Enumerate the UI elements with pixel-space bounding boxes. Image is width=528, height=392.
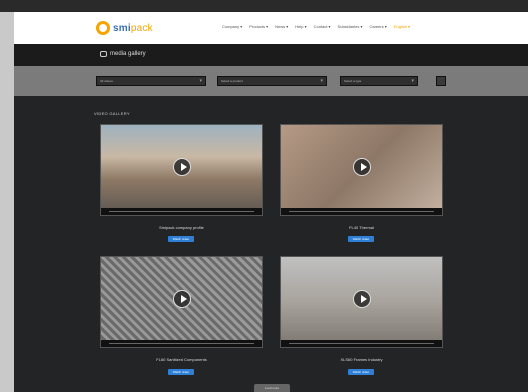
logo-text: smipack (113, 23, 153, 34)
page-title: media gallery (100, 51, 146, 57)
site-logo[interactable]: smipack (96, 21, 153, 35)
video-controls[interactable] (281, 340, 442, 347)
watch-video-button[interactable]: Watch video (348, 369, 374, 375)
watch-video-button[interactable]: Watch video (348, 236, 374, 242)
video-controls[interactable] (281, 208, 442, 215)
nav-item-careers[interactable]: Careers ▾ (369, 24, 386, 29)
filter-category-value: All videos (100, 79, 113, 83)
video-caption: FL40 Thermal (349, 225, 374, 230)
logo-icon (96, 21, 110, 35)
watch-video-button[interactable]: Watch video (168, 236, 194, 242)
gallery-area (14, 96, 528, 392)
play-icon[interactable] (172, 290, 191, 308)
progress-track[interactable] (289, 343, 434, 344)
video-controls[interactable] (101, 340, 262, 347)
camera-icon (100, 51, 107, 57)
nav-item-contact[interactable]: Contact ▾ (314, 24, 331, 29)
video-player[interactable] (280, 256, 443, 348)
play-icon[interactable] (172, 158, 191, 176)
video-caption: FL60 Sanitized Components (156, 357, 207, 362)
progress-track[interactable] (109, 211, 254, 212)
video-player[interactable] (100, 256, 263, 348)
watch-video-button[interactable]: Watch video (168, 369, 194, 375)
logo-suffix: pack (130, 22, 153, 34)
nav-item-language[interactable]: English ▾ (394, 24, 410, 29)
load-more-button[interactable]: Load more (254, 384, 290, 392)
play-icon[interactable] (352, 158, 371, 176)
video-caption: XLS60 Frames Industry (340, 357, 383, 362)
top-strip (0, 0, 528, 12)
filter-submit-button[interactable] (436, 76, 446, 86)
logo-brand: smi (113, 22, 131, 34)
nav-item-help[interactable]: Help ▾ (295, 24, 306, 29)
main-nav: Company ▾ Products ▾ News ▾ Help ▾ Conta… (222, 24, 410, 29)
progress-track[interactable] (289, 211, 434, 212)
filter-type-value: Select a type (344, 79, 362, 83)
title-band (14, 44, 528, 66)
filter-category-select[interactable]: All videos ▾ (96, 76, 206, 86)
filter-product-select[interactable]: Select a product ▾ (217, 76, 327, 86)
filter-product-value: Select a product (221, 79, 243, 83)
nav-item-news[interactable]: News ▾ (275, 24, 288, 29)
nav-item-company[interactable]: Company ▾ (222, 24, 242, 29)
section-heading: VIDEO GALLERY (94, 111, 130, 116)
chevron-down-icon: ▾ (411, 78, 414, 84)
video-caption: Smipack company profile (159, 225, 204, 230)
filter-type-select[interactable]: Select a type ▾ (340, 76, 418, 86)
chevron-down-icon: ▾ (199, 78, 202, 84)
page-title-text: media gallery (110, 51, 146, 57)
video-player[interactable] (100, 124, 263, 216)
video-controls[interactable] (101, 208, 262, 215)
video-player[interactable] (280, 124, 443, 216)
chevron-down-icon: ▾ (320, 78, 323, 84)
progress-track[interactable] (109, 343, 254, 344)
nav-item-subsidiaries[interactable]: Subsidiaries ▾ (338, 24, 363, 29)
play-icon[interactable] (352, 290, 371, 308)
nav-item-products[interactable]: Products ▾ (249, 24, 268, 29)
